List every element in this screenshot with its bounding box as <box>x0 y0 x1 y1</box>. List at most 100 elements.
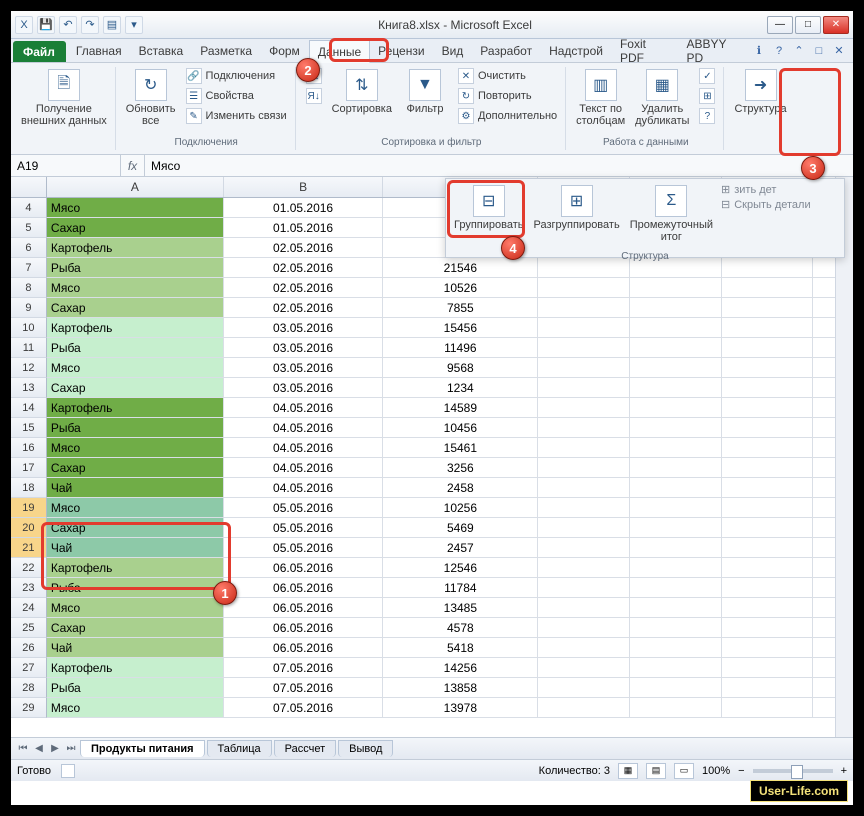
cell[interactable]: 03.05.2016 <box>224 338 383 358</box>
cell[interactable]: Чай <box>47 478 224 498</box>
cell[interactable]: 1234 <box>383 378 538 398</box>
cell[interactable]: Мясо <box>47 198 224 218</box>
row-header[interactable]: 9 <box>11 298 47 318</box>
row-header[interactable]: 18 <box>11 478 47 498</box>
cell[interactable] <box>538 558 630 578</box>
cell[interactable] <box>538 498 630 518</box>
cell[interactable]: 7855 <box>383 298 538 318</box>
table-row[interactable]: 29Мясо07.05.201613978 <box>11 698 853 718</box>
cell[interactable]: Мясо <box>47 498 224 518</box>
cell[interactable] <box>538 618 630 638</box>
cell[interactable]: 06.05.2016 <box>224 638 383 658</box>
cell[interactable] <box>722 658 814 678</box>
macro-record-icon[interactable] <box>61 764 75 778</box>
cell[interactable] <box>630 458 722 478</box>
cell[interactable]: Сахар <box>47 378 224 398</box>
row-header[interactable]: 5 <box>11 218 47 238</box>
cell[interactable] <box>630 578 722 598</box>
cell[interactable]: 03.05.2016 <box>224 378 383 398</box>
cell[interactable] <box>538 338 630 358</box>
cell[interactable]: 04.05.2016 <box>224 418 383 438</box>
table-row[interactable]: 17Сахар04.05.20163256 <box>11 458 853 478</box>
row-header[interactable]: 19 <box>11 498 47 518</box>
cell[interactable] <box>630 598 722 618</box>
table-row[interactable]: 28Рыба07.05.201613858 <box>11 678 853 698</box>
clear-filter-button[interactable]: ✕Очистить <box>456 67 559 85</box>
tab-данные[interactable]: Данные <box>309 40 370 63</box>
cell[interactable] <box>722 598 814 618</box>
zoom-out-button[interactable]: − <box>738 765 744 777</box>
tab-разметка[interactable]: Разметка <box>192 39 261 62</box>
cell[interactable] <box>722 558 814 578</box>
zoom-in-button[interactable]: + <box>841 765 847 777</box>
reapply-filter-button[interactable]: ↻Повторить <box>456 87 559 105</box>
cell[interactable] <box>722 698 814 718</box>
sort-button[interactable]: ⇅ Сортировка <box>330 67 394 117</box>
cell[interactable] <box>630 338 722 358</box>
row-header[interactable]: 23 <box>11 578 47 598</box>
cell[interactable]: 06.05.2016 <box>224 598 383 618</box>
cell[interactable] <box>722 678 814 698</box>
cell[interactable] <box>630 418 722 438</box>
row-header[interactable]: 20 <box>11 518 47 538</box>
cell[interactable]: 02.05.2016 <box>224 258 383 278</box>
get-external-data-button[interactable]: 🗎 Получение внешних данных <box>19 67 109 129</box>
tab-рецензи[interactable]: Рецензи <box>370 39 433 62</box>
hide-detail-button[interactable]: ⊟Скрыть детали <box>721 198 811 211</box>
cell[interactable] <box>630 618 722 638</box>
cell[interactable]: 12546 <box>383 558 538 578</box>
fx-icon[interactable]: fx <box>121 155 145 176</box>
table-row[interactable]: 10Картофель03.05.201615456 <box>11 318 853 338</box>
cell[interactable] <box>630 678 722 698</box>
column-header-A[interactable]: A <box>47 177 224 197</box>
cell[interactable] <box>538 518 630 538</box>
row-header[interactable]: 14 <box>11 398 47 418</box>
table-row[interactable]: 21Чай05.05.20162457 <box>11 538 853 558</box>
cell[interactable]: 15461 <box>383 438 538 458</box>
layout-view-button[interactable]: ▤ <box>646 763 666 779</box>
cell[interactable] <box>630 438 722 458</box>
cell[interactable] <box>538 438 630 458</box>
next-sheet-button[interactable]: ▶ <box>47 741 63 757</box>
cell[interactable]: 13485 <box>383 598 538 618</box>
cell[interactable] <box>538 418 630 438</box>
qat-menu-icon[interactable]: ▾ <box>125 16 143 34</box>
redo-icon[interactable]: ↷ <box>81 16 99 34</box>
cell[interactable] <box>722 458 814 478</box>
cell[interactable] <box>722 618 814 638</box>
row-header[interactable]: 17 <box>11 458 47 478</box>
row-header[interactable]: 25 <box>11 618 47 638</box>
cell[interactable]: 06.05.2016 <box>224 618 383 638</box>
cell[interactable]: Чай <box>47 638 224 658</box>
cell[interactable]: 07.05.2016 <box>224 698 383 718</box>
cell[interactable] <box>722 538 814 558</box>
cell[interactable] <box>538 578 630 598</box>
cell[interactable] <box>722 338 814 358</box>
cell[interactable] <box>538 318 630 338</box>
cell[interactable]: Мясо <box>47 598 224 618</box>
tab-вставка[interactable]: Вставка <box>131 39 193 62</box>
close-button[interactable]: ✕ <box>823 16 849 34</box>
cell[interactable]: Сахар <box>47 518 224 538</box>
cell[interactable] <box>722 278 814 298</box>
cell[interactable] <box>722 518 814 538</box>
table-row[interactable]: 19Мясо05.05.201610256 <box>11 498 853 518</box>
cell[interactable]: 14589 <box>383 398 538 418</box>
cell[interactable]: Рыба <box>47 578 224 598</box>
table-row[interactable]: 20Сахар05.05.20165469 <box>11 518 853 538</box>
save-icon[interactable]: 💾 <box>37 16 55 34</box>
cell[interactable] <box>630 478 722 498</box>
connections-button[interactable]: 🔗Подключения <box>184 67 289 85</box>
pagebreak-view-button[interactable]: ▭ <box>674 763 694 779</box>
cell[interactable]: Сахар <box>47 618 224 638</box>
sheet-tab[interactable]: Вывод <box>338 740 393 757</box>
edit-links-button[interactable]: ✎Изменить связи <box>184 107 289 125</box>
row-header[interactable]: 15 <box>11 418 47 438</box>
cell[interactable]: 04.05.2016 <box>224 398 383 418</box>
cell[interactable]: 10526 <box>383 278 538 298</box>
cell[interactable] <box>722 318 814 338</box>
row-header[interactable]: 27 <box>11 658 47 678</box>
cell[interactable]: 07.05.2016 <box>224 658 383 678</box>
cell[interactable]: Мясо <box>47 358 224 378</box>
table-row[interactable]: 8Мясо02.05.201610526 <box>11 278 853 298</box>
